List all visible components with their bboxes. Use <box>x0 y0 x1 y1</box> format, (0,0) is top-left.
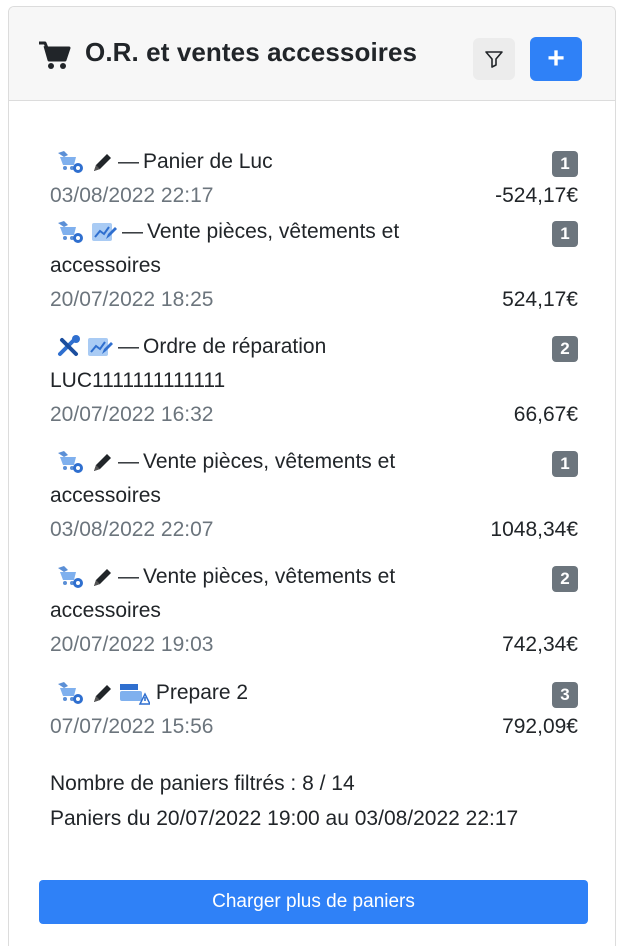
basket-title: Vente pièces, vêtements et <box>147 220 400 243</box>
shop-cart-gear-icon <box>56 680 86 706</box>
wrench-screwdriver-icon <box>56 334 82 360</box>
basket-item[interactable]: — Vente pièces, vêtements et accessoires 1 2… <box>50 215 578 317</box>
basket-title-continued: LUC1111111111111 <box>50 369 226 392</box>
basket-title-line: — Vente pièces, vêtements et accessoires 1 <box>50 445 578 513</box>
basket-count-badge: 1 <box>552 151 578 177</box>
basket-status-icons <box>56 680 150 706</box>
basket-title-line: — Vente pièces, vêtements et accessoires 2 <box>50 560 578 628</box>
basket-item[interactable]: — Vente pièces, vêtements et accessoires 2 2… <box>50 560 578 662</box>
basket-title-line: — Panier de Luc 1 <box>50 145 578 179</box>
basket-title: Vente pièces, vêtements et <box>143 565 396 588</box>
basket-meta-line: 20/07/2022 18:25 524,17€ <box>50 283 578 317</box>
basket-date: 20/07/2022 19:03 <box>50 633 214 656</box>
card-header: O.R. et ventes accessoires + <box>9 7 615 101</box>
basket-date: 20/07/2022 18:25 <box>50 288 214 311</box>
basket-meta-line: 03/08/2022 22:07 1048,34€ <box>50 513 578 547</box>
basket-meta-line: 03/08/2022 22:17 -524,17€ <box>50 179 578 213</box>
chart-edit-icon <box>86 334 114 360</box>
basket-title-continued: accessoires <box>50 254 161 277</box>
basket-count-badge: 2 <box>552 566 578 592</box>
basket-amount: 1048,34€ <box>490 518 578 541</box>
filter-icon <box>485 51 503 68</box>
basket-meta-line: 20/07/2022 19:03 742,34€ <box>50 628 578 662</box>
shop-cart-gear-icon <box>56 219 86 245</box>
basket-title: Prepare 2 <box>155 681 249 704</box>
date-range: Paniers du 20/07/2022 19:00 au 03/08/202… <box>50 807 519 830</box>
basket-status-icons <box>56 149 114 175</box>
shop-cart-gear-icon <box>56 564 86 590</box>
basket-status-icons <box>56 564 114 590</box>
basket-count-badge: 1 <box>552 451 578 477</box>
basket-item[interactable]: — Vente pièces, vêtements et accessoires 1 0… <box>50 445 578 547</box>
page-title: O.R. et ventes accessoires <box>85 37 418 67</box>
filtered-count: Nombre de paniers filtrés : 8 / 14 <box>50 772 355 795</box>
basket-title: Vente pièces, vêtements et <box>143 450 396 473</box>
basket-count-badge: 3 <box>552 682 578 708</box>
basket-date: 07/07/2022 15:56 <box>50 715 214 738</box>
separator-dash: — <box>118 335 139 358</box>
basket-count-badge: 2 <box>552 336 578 362</box>
chart-edit-icon <box>90 219 118 245</box>
basket-title-line: Prepare 2 3 <box>50 676 578 710</box>
cash-register-warning-icon <box>118 680 150 706</box>
basket-title-continued: accessoires <box>50 599 161 622</box>
basket-amount: 792,09€ <box>502 715 578 738</box>
basket-date: 20/07/2022 16:32 <box>50 403 214 426</box>
basket-status-icons <box>56 449 114 475</box>
basket-count-badge: 1 <box>552 221 578 247</box>
basket-title-continued: accessoires <box>50 484 161 507</box>
basket-amount: -524,17€ <box>495 184 578 207</box>
filter-button[interactable] <box>473 38 515 80</box>
pencil-icon <box>90 449 114 475</box>
shopping-cart-icon <box>39 41 71 69</box>
basket-item[interactable]: — Ordre de réparation LUC1111111111111 2 20/… <box>50 330 578 432</box>
separator-dash: — <box>122 220 143 243</box>
shop-cart-gear-icon <box>56 449 86 475</box>
basket-item[interactable]: — Panier de Luc 1 03/08/2022 22:17 -524,17€ <box>50 145 578 213</box>
basket-title: Panier de Luc <box>143 150 273 173</box>
separator-dash: — <box>118 150 139 173</box>
basket-date: 03/08/2022 22:07 <box>50 518 214 541</box>
basket-meta-line: 07/07/2022 15:56 792,09€ <box>50 710 578 744</box>
pencil-icon <box>90 680 114 706</box>
basket-item[interactable]: Prepare 2 3 07/07/2022 15:56 792,09€ <box>50 676 578 744</box>
separator-dash: — <box>118 450 139 473</box>
basket-status-icons <box>56 334 114 360</box>
basket-meta-line: 20/07/2022 16:32 66,67€ <box>50 398 578 432</box>
basket-title-line: — Vente pièces, vêtements et accessoires 1 <box>50 215 578 283</box>
pencil-icon <box>90 564 114 590</box>
basket-date: 03/08/2022 22:17 <box>50 184 214 207</box>
basket-status-icons <box>56 219 118 245</box>
basket-title-line: — Ordre de réparation LUC1111111111111 2 <box>50 330 578 398</box>
load-more-button[interactable]: Charger plus de paniers <box>39 880 588 924</box>
basket-amount: 742,34€ <box>502 633 578 656</box>
add-basket-button[interactable]: + <box>530 37 582 81</box>
shop-cart-gear-icon <box>56 149 86 175</box>
basket-amount: 66,67€ <box>513 403 578 426</box>
baskets-card: O.R. et ventes accessoires + — Panier de … <box>8 6 616 946</box>
basket-amount: 524,17€ <box>502 288 578 311</box>
separator-dash: — <box>118 565 139 588</box>
pencil-icon <box>90 149 114 175</box>
basket-title: Ordre de réparation <box>143 335 327 358</box>
